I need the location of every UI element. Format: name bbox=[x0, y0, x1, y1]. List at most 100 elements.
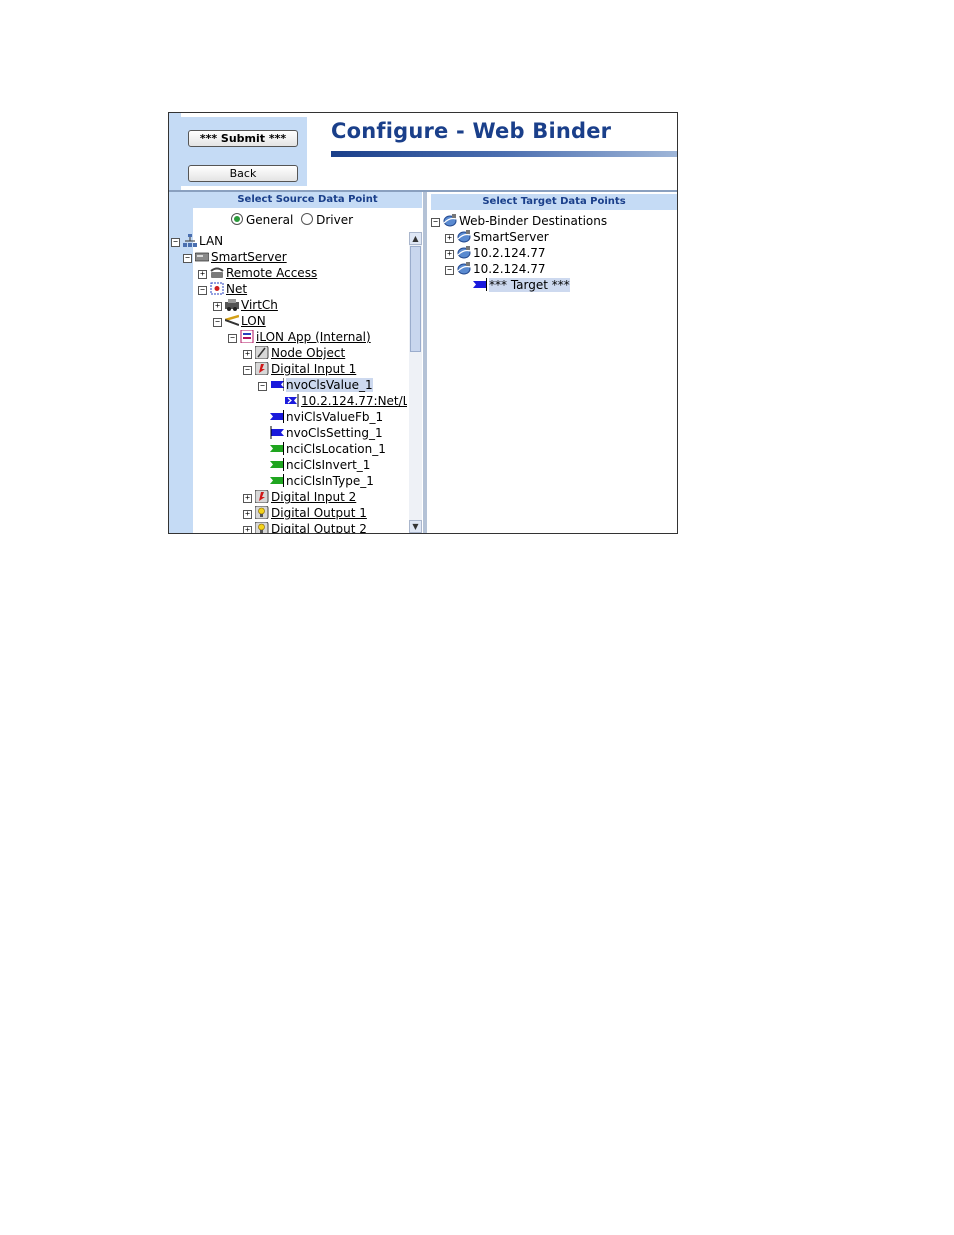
collapse-toggle[interactable]: − bbox=[171, 238, 180, 247]
globe-icon bbox=[443, 214, 457, 227]
page-title: Configure - Web Binder bbox=[331, 119, 612, 143]
expand-toggle[interactable]: + bbox=[243, 494, 252, 503]
tree-node-ilon-app[interactable]: − iLON App (Internal) bbox=[228, 330, 371, 345]
collapse-toggle[interactable]: − bbox=[243, 366, 252, 375]
tree-label: nciClsInvert_1 bbox=[286, 458, 371, 472]
digital-input-icon bbox=[255, 362, 269, 375]
tree-label: nvoClsValue_1 bbox=[286, 378, 373, 392]
tree-node-digital-input-1[interactable]: − Digital Input 1 bbox=[243, 362, 356, 377]
config-flag-icon bbox=[270, 458, 284, 471]
network-icon bbox=[183, 234, 197, 247]
tree-node-lon[interactable]: − LON bbox=[213, 314, 266, 329]
tree-label[interactable]: Digital Input 1 bbox=[271, 362, 356, 376]
phone-icon bbox=[210, 267, 224, 278]
collapse-toggle[interactable]: − bbox=[183, 254, 192, 263]
expand-toggle[interactable]: + bbox=[213, 302, 222, 311]
app-icon bbox=[240, 330, 254, 343]
source-panel: Select Source Data Point General Driver … bbox=[169, 192, 423, 533]
target-tree-host-b[interactable]: − 10.2.124.77 bbox=[445, 262, 546, 277]
collapse-toggle[interactable]: − bbox=[445, 266, 454, 275]
tree-label[interactable]: VirtCh bbox=[241, 298, 278, 312]
tree-node-lan[interactable]: − LAN bbox=[171, 234, 223, 249]
tree-node-net[interactable]: − Net bbox=[198, 282, 247, 297]
net-icon bbox=[210, 282, 224, 295]
scroll-down-arrow-icon[interactable]: ▼ bbox=[409, 520, 422, 533]
globe-icon bbox=[457, 246, 471, 259]
tree-label: Web-Binder Destinations bbox=[459, 214, 608, 228]
tree-node-nci-cls-in-type[interactable]: nciClsInType_1 bbox=[270, 474, 374, 489]
tree-label[interactable]: Remote Access bbox=[226, 266, 317, 280]
tree-label: *** Target *** bbox=[489, 278, 570, 292]
digital-input-icon bbox=[255, 490, 269, 503]
scroll-up-arrow-icon[interactable]: ▲ bbox=[409, 232, 422, 245]
target-panel-title: Select Target Data Points bbox=[431, 194, 677, 210]
back-button[interactable]: Back bbox=[188, 165, 298, 182]
collapse-toggle[interactable]: − bbox=[228, 334, 237, 343]
submit-button[interactable]: *** Submit *** bbox=[188, 130, 298, 147]
expand-toggle[interactable]: + bbox=[445, 250, 454, 259]
target-tree-smartserver[interactable]: + SmartServer bbox=[445, 230, 549, 245]
radio-general-control[interactable] bbox=[231, 213, 243, 225]
header-left-strip bbox=[169, 113, 181, 191]
tree-node-nvo-cls-value[interactable]: − nvoClsValue_1 bbox=[258, 378, 373, 393]
tree-node-node-object[interactable]: + Node Object bbox=[243, 346, 345, 361]
server-icon bbox=[195, 252, 209, 262]
collapse-toggle[interactable]: − bbox=[258, 382, 267, 391]
expand-toggle[interactable]: + bbox=[243, 526, 252, 533]
expand-toggle[interactable]: + bbox=[445, 234, 454, 243]
tree-node-nvo-cls-setting[interactable]: nvoClsSetting_1 bbox=[270, 426, 383, 441]
expand-toggle[interactable]: + bbox=[243, 510, 252, 519]
tree-node-nci-cls-invert[interactable]: nciClsInvert_1 bbox=[270, 458, 370, 473]
tree-node-binding[interactable]: 10.2.124.77:Net/L bbox=[285, 394, 407, 409]
action-panel: *** Submit *** Back bbox=[181, 117, 307, 186]
target-panel: Select Target Data Points − Web-Binder De… bbox=[427, 192, 677, 533]
tree-label[interactable]: SmartServer bbox=[211, 250, 287, 264]
radio-driver-control[interactable] bbox=[301, 213, 314, 225]
tree-node-smartserver[interactable]: − SmartServer bbox=[183, 250, 287, 265]
tree-label[interactable]: Digital Output 2 bbox=[271, 522, 367, 533]
tree-node-remote-access[interactable]: + Remote Access bbox=[198, 266, 317, 281]
tree-label[interactable]: 10.2.124.77:Net/L bbox=[301, 394, 407, 408]
target-tree-root[interactable]: − Web-Binder Destinations bbox=[431, 214, 607, 229]
radio-driver[interactable]: Driver bbox=[301, 213, 353, 227]
tree-node-virtch[interactable]: + VirtCh bbox=[213, 298, 278, 313]
collapse-toggle[interactable]: − bbox=[213, 318, 222, 327]
input-flag-icon bbox=[473, 278, 487, 291]
globe-icon bbox=[457, 230, 471, 243]
tree-label[interactable]: Digital Output 1 bbox=[271, 506, 367, 520]
tree-node-digital-input-2[interactable]: + Digital Input 2 bbox=[243, 490, 356, 505]
binding-icon bbox=[285, 394, 299, 407]
output-flag-icon bbox=[271, 378, 284, 391]
tree-label[interactable]: LON bbox=[241, 314, 266, 328]
target-tree-target[interactable]: *** Target *** bbox=[473, 278, 570, 293]
source-tree-scrollbar[interactable]: ▲ ▼ bbox=[409, 232, 422, 533]
tree-label: nciClsLocation_1 bbox=[286, 442, 386, 456]
tree-label: nciClsInType_1 bbox=[286, 474, 374, 488]
virtual-channel-icon bbox=[225, 299, 239, 311]
tree-label[interactable]: iLON App (Internal) bbox=[256, 330, 371, 344]
tree-label: LAN bbox=[199, 234, 224, 248]
tree-label[interactable]: Node Object bbox=[271, 346, 345, 360]
target-tree-host-a[interactable]: +10.2.124.77 bbox=[445, 246, 546, 261]
node-object-icon bbox=[255, 346, 269, 359]
radio-general-label: General bbox=[246, 213, 294, 227]
digital-output-icon bbox=[255, 506, 269, 519]
digital-output-icon bbox=[255, 522, 269, 533]
tree-label[interactable]: Net bbox=[226, 282, 247, 296]
config-flag-icon bbox=[270, 474, 284, 487]
tree-label: nvoClsSetting_1 bbox=[286, 426, 383, 440]
radio-general[interactable]: General bbox=[231, 213, 297, 227]
tree-label[interactable]: Digital Input 2 bbox=[271, 490, 356, 504]
web-binder-frame: *** Submit *** Back Configure - Web Bind… bbox=[168, 112, 678, 534]
expand-toggle[interactable]: + bbox=[198, 270, 207, 279]
tree-label: nviClsValueFb_1 bbox=[286, 410, 384, 424]
tree-node-nvi-cls-value-fb[interactable]: nviClsValueFb_1 bbox=[270, 410, 383, 425]
tree-node-digital-output-1[interactable]: + Digital Output 1 bbox=[243, 506, 367, 521]
tree-node-digital-output-2[interactable]: + Digital Output 2 bbox=[243, 522, 367, 533]
scrollbar-thumb[interactable] bbox=[410, 246, 421, 352]
collapse-toggle[interactable]: − bbox=[198, 286, 207, 295]
expand-toggle[interactable]: + bbox=[243, 350, 252, 359]
collapse-toggle[interactable]: − bbox=[431, 218, 440, 227]
config-flag-icon bbox=[270, 442, 284, 455]
tree-node-nci-cls-location[interactable]: nciClsLocation_1 bbox=[270, 442, 386, 457]
